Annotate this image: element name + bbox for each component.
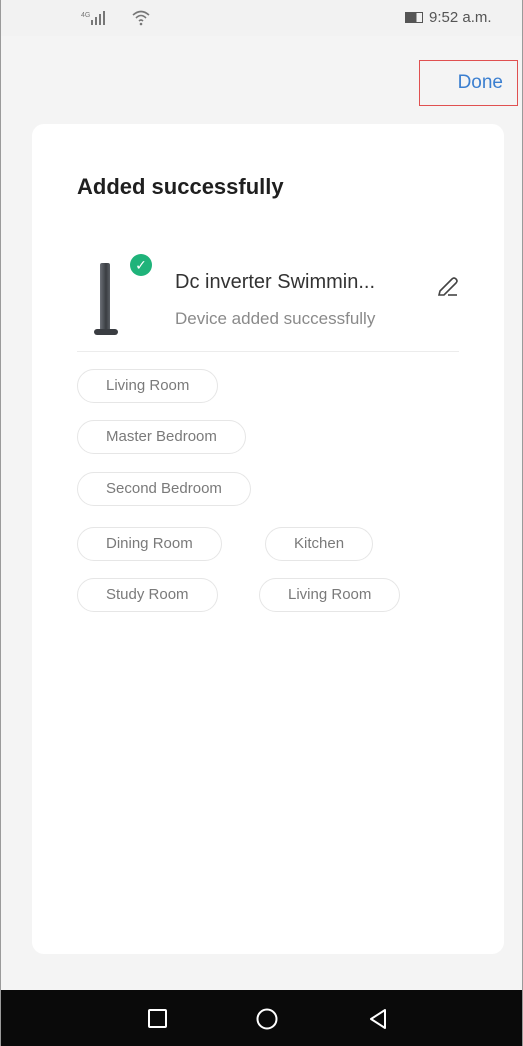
circle-icon[interactable]: [254, 1006, 280, 1032]
pencil-icon[interactable]: [435, 272, 461, 298]
navigation-bar: [1, 990, 522, 1046]
room-chip[interactable]: Dining Room: [77, 527, 222, 561]
divider: [77, 351, 459, 352]
signal-icon: 4G: [81, 10, 107, 30]
status-bar: 4G 9:52 a.m.: [1, 0, 522, 36]
battery-icon: [405, 12, 423, 23]
screen: 4G 9:52 a.m. Done Added successfully ✓ D…: [0, 0, 523, 1046]
room-chip[interactable]: Master Bedroom: [77, 420, 246, 454]
room-chip[interactable]: Kitchen: [265, 527, 374, 561]
status-time: 9:52 a.m.: [429, 9, 492, 26]
wifi-icon: [131, 8, 151, 30]
room-chip[interactable]: Living Room: [77, 369, 219, 403]
page-title: Added successfully: [77, 174, 284, 199]
done-button[interactable]: Done: [419, 60, 518, 106]
room-chip[interactable]: Second Bedroom: [77, 472, 251, 506]
room-chip[interactable]: Study Room: [77, 578, 218, 612]
device-status: Device added successfully: [175, 309, 376, 328]
device-name: Dc inverter Swimmin...: [175, 271, 376, 293]
check-icon: ✓: [130, 254, 152, 276]
svg-text:4G: 4G: [81, 12, 90, 19]
triangle-back-icon[interactable]: [365, 1006, 391, 1032]
added-card: Added successfully ✓ Dc inverter Swimmin…: [32, 124, 504, 954]
device-image: [94, 259, 134, 349]
square-icon[interactable]: [145, 1006, 171, 1032]
room-chip[interactable]: Living Room: [259, 578, 401, 612]
